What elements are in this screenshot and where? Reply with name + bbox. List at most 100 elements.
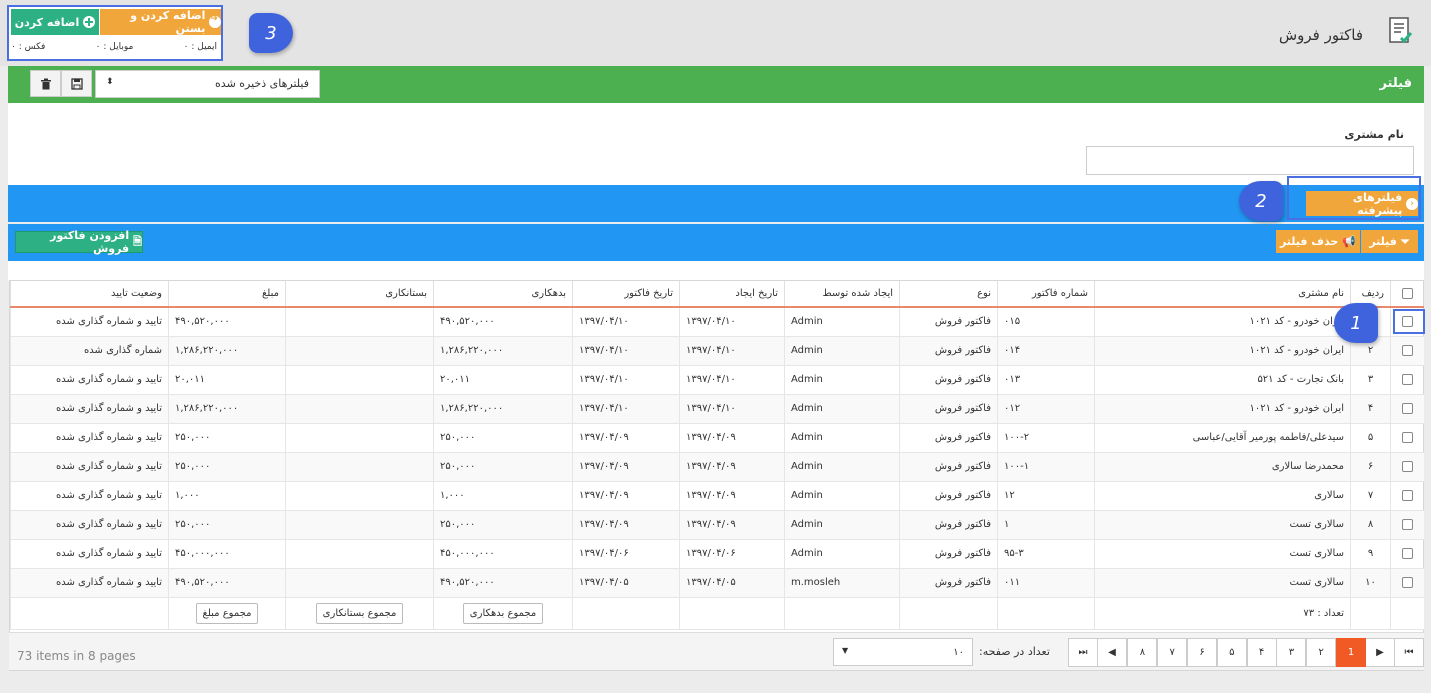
per-page-value: ۱۰ — [953, 647, 964, 658]
cell-amount: ۱,۲۸۶,۲۲۰,۰۰۰ — [168, 336, 286, 366]
add-button-label: اضافه کردن — [14, 15, 80, 29]
row-checkbox[interactable] — [1401, 460, 1413, 472]
cell-type: فاکتور فروش — [899, 481, 998, 511]
col-header[interactable]: شماره فاکتور — [997, 281, 1095, 308]
cell-debit: ۱,۲۸۶,۲۲۰,۰۰۰ — [433, 336, 573, 366]
cell-by: Admin — [784, 510, 900, 540]
cell-created: ۱۳۹۷/۰۴/۱۰ — [679, 394, 785, 424]
table-row[interactable]: ۷ سالاری ۱۲ فاکتور فروش Admin ۱۳۹۷/۰۴/۰۹ ۱۳۹۷/… — [10, 481, 1424, 511]
row-select-cell[interactable] — [1390, 452, 1424, 482]
apply-filter-button[interactable]: ⏷ فیلتر — [1361, 230, 1418, 253]
row-checkbox[interactable] — [1401, 402, 1413, 414]
row-select-cell[interactable] — [1390, 365, 1424, 395]
table-row[interactable]: ۳ بانک تجارت - کد ۵۲۱ ۰۱۳ فاکتور فروش Admin ۱… — [10, 365, 1424, 395]
table-row[interactable]: ۶ محمدرضا سالاری ۱۰۰-۱ فاکتور فروش Admin ۱۳۹۷… — [10, 452, 1424, 482]
col-header[interactable]: تاریخ ایجاد — [679, 281, 785, 308]
col-header[interactable]: مبلغ — [168, 281, 286, 308]
prev-page-button[interactable]: ▶ — [1365, 638, 1395, 667]
page-button[interactable]: ۶ — [1187, 638, 1217, 667]
cell-by: Admin — [784, 336, 900, 366]
delete-filter-button[interactable] — [30, 70, 61, 97]
row-select-cell[interactable] — [1390, 539, 1424, 569]
row-checkbox[interactable] — [1401, 489, 1413, 501]
table-row[interactable]: ۲ ایران خودرو - کد ۱۰۲۱ ۰۱۴ فاکتور فروش Admi… — [10, 336, 1424, 366]
row-select-cell[interactable] — [1390, 481, 1424, 511]
cell-date: ۱۳۹۷/۰۴/۰۹ — [572, 510, 680, 540]
invoice-grid: ردیف نام مشتری شماره فاکتور نوع ایجاد شد… — [9, 280, 1424, 671]
items-info: 73 items in 8 pages — [17, 649, 136, 663]
row-select-cell[interactable] — [1390, 568, 1424, 598]
cell-customer: بانک تجارت - کد ۵۲۱ — [1094, 365, 1351, 395]
row-select-cell[interactable] — [1390, 336, 1424, 366]
table-row[interactable]: ۴ ایران خودرو - کد ۱۰۲۱ ۰۱۲ فاکتور فروش Admi… — [10, 394, 1424, 424]
col-header[interactable]: بدهکاری — [433, 281, 573, 308]
cell-date: ۱۳۹۷/۰۴/۰۹ — [572, 423, 680, 453]
row-select-cell[interactable] — [1390, 394, 1424, 424]
add-button[interactable]: اضافه کردن — [11, 9, 99, 35]
col-header[interactable]: تاریخ فاکتور — [572, 281, 680, 308]
row-select-cell[interactable] — [1390, 423, 1424, 453]
first-page-button[interactable]: ⏮ — [1394, 638, 1424, 667]
cell-date: ۱۳۹۷/۰۴/۰۹ — [572, 481, 680, 511]
table-row[interactable]: ۱۰ سالاری تست ۰۱۱ فاکتور فروش m.mosleh ۱۳۹۷/۰… — [10, 568, 1424, 598]
fax-value: ۰ — [11, 42, 16, 52]
select-all-cell[interactable] — [1390, 281, 1424, 308]
row-checkbox[interactable] — [1401, 576, 1413, 588]
cell-type: فاکتور فروش — [899, 394, 998, 424]
col-header[interactable]: نوع — [899, 281, 998, 308]
sum-debit-button[interactable]: مجموع بدهکاری — [462, 602, 544, 624]
col-header[interactable]: نام مشتری — [1094, 281, 1351, 308]
page-button[interactable]: ۵ — [1216, 638, 1247, 667]
mobile-value: ۰ — [95, 42, 101, 52]
cell-by: Admin — [784, 452, 900, 482]
cell-date: ۱۳۹۷/۰۴/۱۰ — [572, 394, 680, 424]
cell-status: تایید و شماره گذاری شده — [10, 510, 169, 540]
row-select-cell[interactable] — [1390, 510, 1424, 540]
annotation-badge-1: 1 — [1334, 303, 1378, 343]
cell-created: ۱۳۹۷/۰۴/۱۰ — [679, 365, 785, 395]
table-row[interactable]: ۸ سالاری تست ۱ فاکتور فروش Admin ۱۳۹۷/۰۴/۰۹ ۱۳… — [10, 510, 1424, 540]
advanced-filters-button[interactable]: ‹ فیلترهای پیشرفته — [1306, 191, 1418, 217]
cell-customer: سالاری تست — [1094, 568, 1351, 598]
select-all-checkbox[interactable] — [1401, 287, 1413, 299]
table-row[interactable]: ۹ سالاری تست ۹۵-۳ فاکتور فروش Admin ۱۳۹۷/۰۴/۰… — [10, 539, 1424, 569]
sum-amount-button[interactable]: مجموع مبلغ — [195, 602, 259, 624]
col-header[interactable]: بستانکاری — [285, 281, 434, 308]
row-checkbox[interactable] — [1401, 373, 1413, 385]
cell-status: تایید و شماره گذاری شده — [10, 568, 169, 598]
clear-filter-button[interactable]: 📢 حذف فیلتر — [1276, 230, 1360, 253]
page-button[interactable]: ۲ — [1306, 638, 1337, 667]
plus-circle-icon — [83, 16, 96, 28]
apply-filter-label: فیلتر — [1369, 235, 1397, 248]
row-checkbox[interactable] — [1401, 431, 1413, 443]
page-button[interactable]: ۳ — [1276, 638, 1307, 667]
cell-amount: ۲۵۰,۰۰۰ — [168, 510, 286, 540]
table-row[interactable]: ۵ سیدعلی/فاطمه پورمیر آقایی/عباسی ۱۰۰-۲ فاک… — [10, 423, 1424, 453]
row-checkbox[interactable] — [1401, 344, 1413, 356]
row-checkbox[interactable] — [1401, 518, 1413, 530]
cell-idx: ۶ — [1350, 452, 1391, 482]
megaphone-icon: 📢 — [1342, 235, 1357, 248]
next-page-button[interactable]: ◀ — [1097, 638, 1127, 667]
page-button[interactable]: ۷ — [1157, 638, 1188, 667]
row-checkbox[interactable] — [1401, 547, 1413, 559]
last-page-button[interactable]: ⏭ — [1068, 638, 1098, 667]
add-sales-invoice-button[interactable]: 🗎 افزودن فاکتور فروش — [15, 229, 143, 255]
cell-amount: ۱,۰۰۰ — [168, 481, 286, 511]
table-row[interactable]: ایران خودرو - کد ۱۰۲۱ ۰۱۵ فاکتور فروش Admin… — [10, 307, 1424, 337]
cell-status: تایید و شماره گذاری شده — [10, 539, 169, 569]
cell-credit — [285, 510, 434, 540]
col-header[interactable]: ایجاد شده توسط — [784, 281, 900, 308]
page-button[interactable]: ۸ — [1127, 638, 1158, 667]
page-button[interactable]: 1 — [1336, 638, 1366, 667]
save-filter-button[interactable] — [61, 70, 92, 97]
per-page-select[interactable]: ۱۰ ▼ — [833, 638, 973, 666]
customer-name-input[interactable] — [1086, 146, 1414, 175]
sum-credit-button[interactable]: مجموع بستانکاری — [315, 602, 404, 624]
add-and-close-button[interactable]: اضافه کردن و بستن — [100, 9, 221, 35]
cell-number: ۹۵-۳ — [997, 539, 1095, 569]
page-button[interactable]: ۴ — [1246, 638, 1277, 667]
saved-filters-select[interactable]: فیلترهای ذخیره شده ⬍ — [95, 70, 320, 98]
col-header[interactable]: وضعیت تایید — [10, 281, 169, 308]
cell-date: ۱۳۹۷/۰۴/۰۹ — [572, 452, 680, 482]
